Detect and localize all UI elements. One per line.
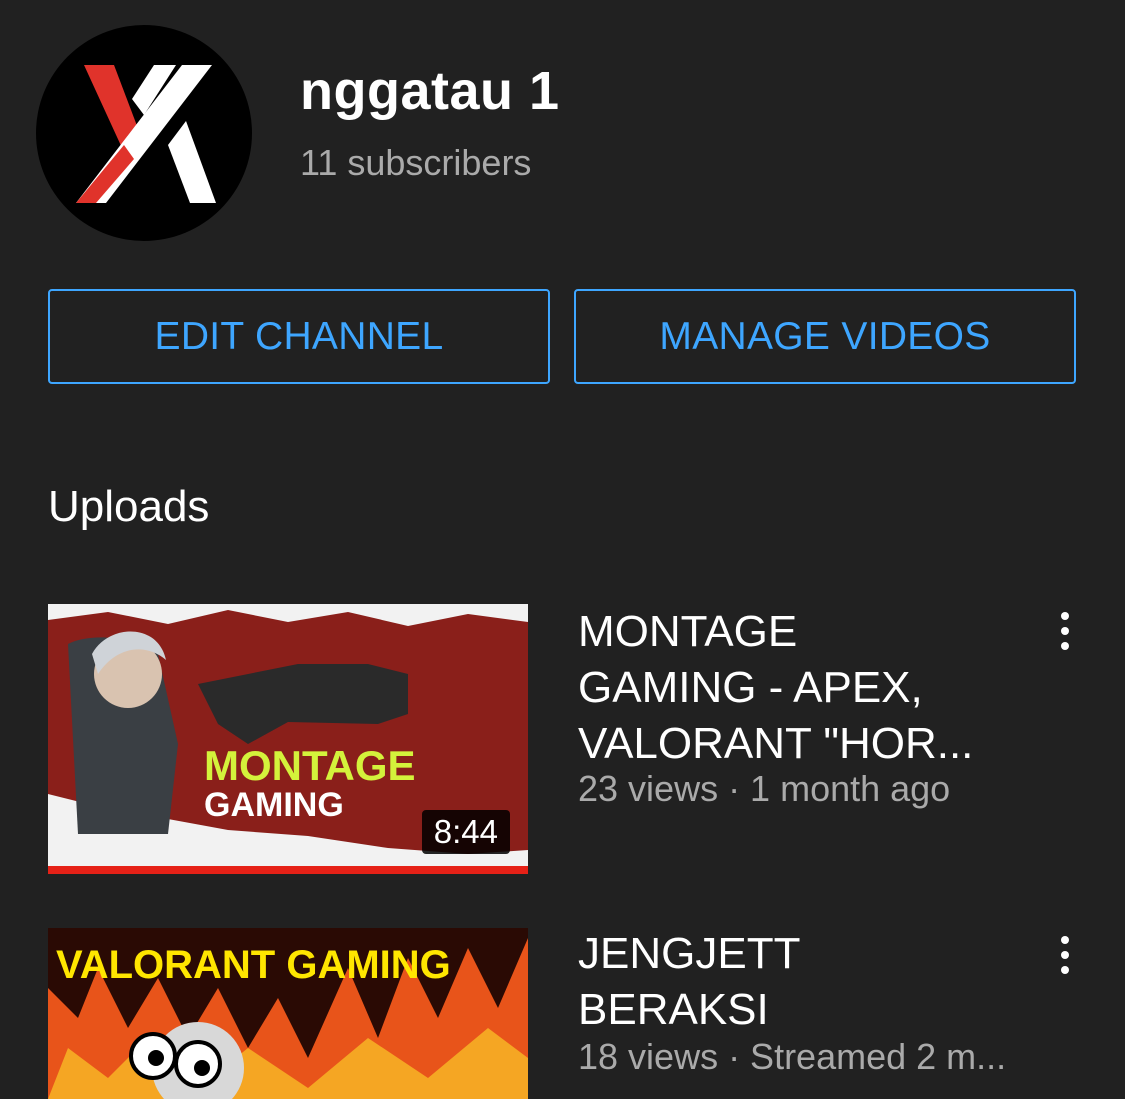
- thumb-text-valorant: VALORANT GAMING: [56, 943, 451, 987]
- uploads-heading: Uploads: [48, 482, 210, 531]
- edit-channel-button[interactable]: EDIT CHANNEL: [48, 289, 550, 384]
- video-title-line: BERAKSI: [578, 985, 769, 1034]
- video-title-line: MONTAGE: [578, 607, 798, 656]
- video-title-line: VALORANT "HOR...: [578, 719, 974, 768]
- subscriber-count: 11 subscribers: [300, 142, 532, 183]
- video-thumbnail[interactable]: VALORANT GAMING: [48, 928, 528, 1099]
- x-logo-icon: [76, 65, 216, 203]
- manage-videos-button[interactable]: MANAGE VIDEOS: [574, 289, 1076, 384]
- valorant-thumbnail-image: VALORANT GAMING: [48, 928, 528, 1099]
- channel-name: nggatau 1: [300, 61, 560, 121]
- video-thumbnail[interactable]: MONTAGE GAMING 8:44: [48, 604, 528, 874]
- video-title-line: GAMING - APEX,: [578, 663, 923, 712]
- video-meta: 18 views · Streamed 2 m...: [578, 1036, 1007, 1077]
- channel-avatar[interactable]: [36, 25, 252, 241]
- watch-progress-bar: [48, 866, 528, 874]
- video-duration: 8:44: [421, 810, 510, 854]
- more-options-icon[interactable]: [1048, 930, 1082, 980]
- video-title[interactable]: MONTAGE GAMING - APEX, VALORANT "HOR...: [578, 604, 998, 772]
- video-meta: 23 views · 1 month ago: [578, 768, 951, 809]
- thumb-text-gaming: GAMING: [204, 786, 344, 824]
- video-title[interactable]: JENGJETT BERAKSI: [578, 926, 998, 1038]
- video-title-line: JENGJETT: [578, 929, 801, 978]
- more-options-icon[interactable]: [1048, 606, 1082, 656]
- thumb-text-montage: MONTAGE: [204, 742, 416, 789]
